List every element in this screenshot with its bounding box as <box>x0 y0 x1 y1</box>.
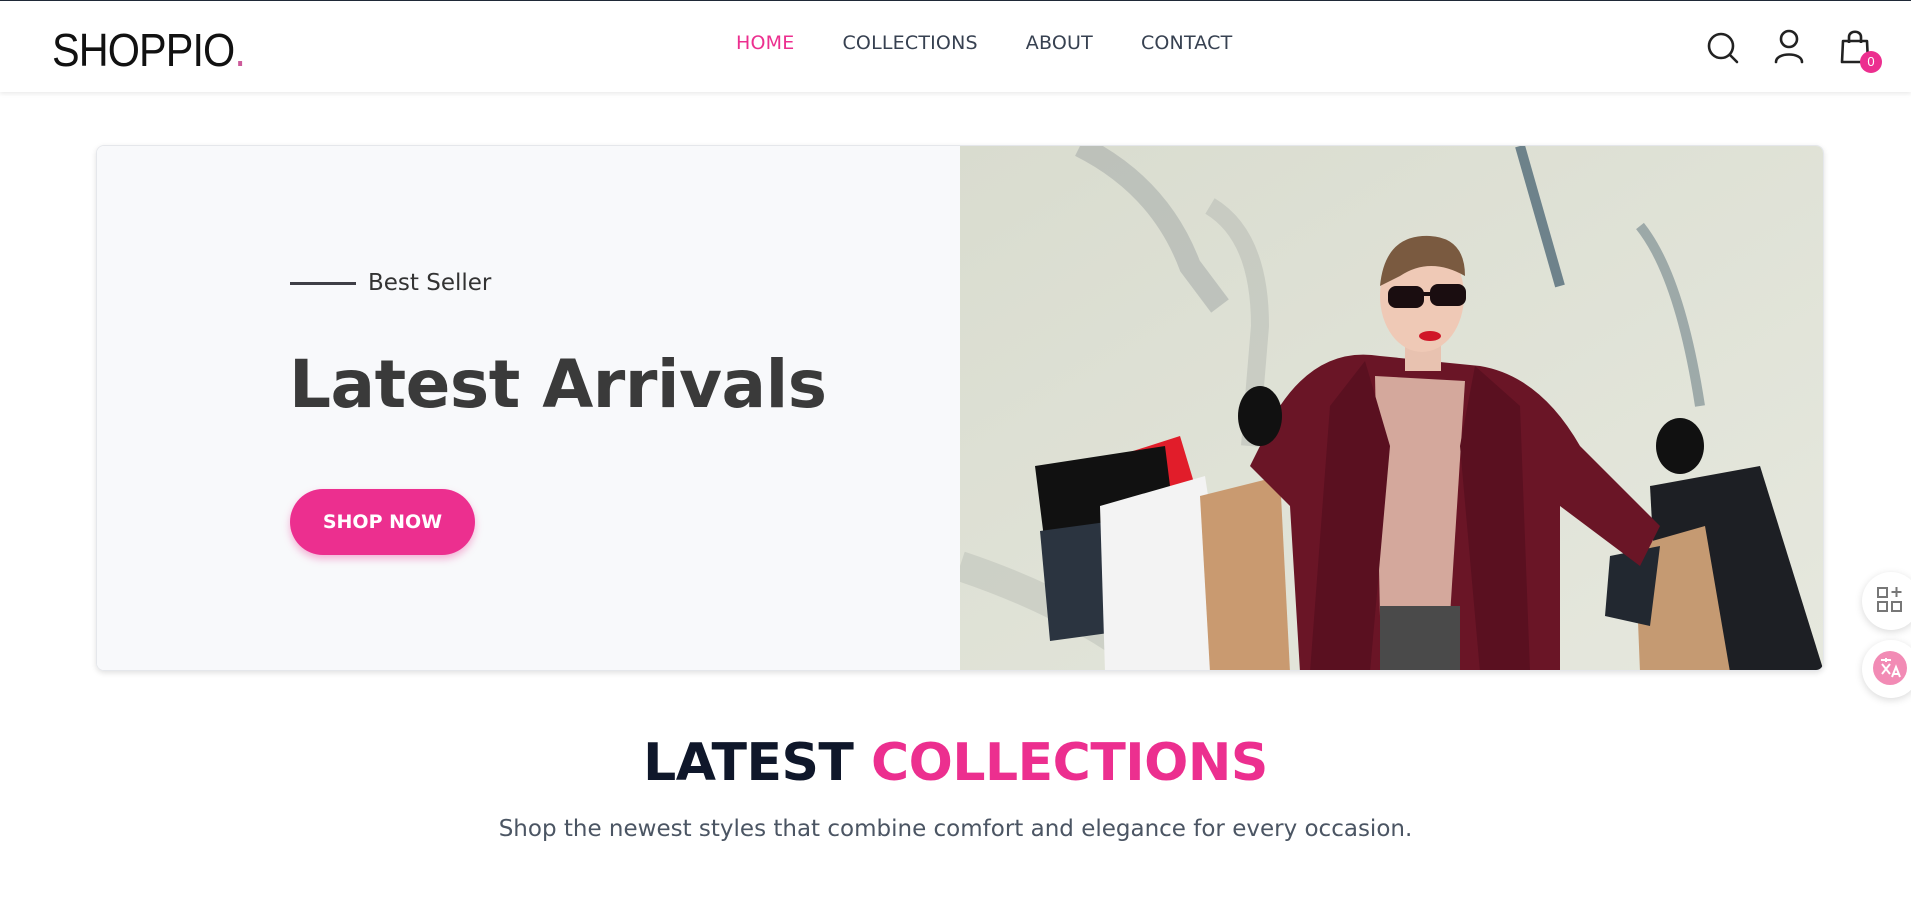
search-icon <box>1707 32 1739 64</box>
search-button[interactable] <box>1706 27 1740 67</box>
cart-button[interactable]: 0 <box>1838 27 1882 73</box>
main-nav: HOME COLLECTIONS ABOUT CONTACT <box>736 32 1232 54</box>
eyebrow-divider <box>290 281 356 285</box>
brand-name: SHOPPIO <box>52 24 235 76</box>
grid-apps-icon <box>1877 587 1902 612</box>
hero-banner: Best Seller Latest Arrivals SHOP NOW <box>96 145 1824 671</box>
translate-icon <box>1873 651 1907 685</box>
site-header: SHOPPIO. HOME COLLECTIONS ABOUT CONTACT … <box>0 0 1911 92</box>
nav-about[interactable]: ABOUT <box>1026 32 1093 54</box>
collections-title: LATEST COLLECTIONS <box>0 733 1911 793</box>
collections-title-part1: LATEST <box>643 733 854 793</box>
hero-image <box>960 146 1823 670</box>
nav-contact[interactable]: CONTACT <box>1141 32 1233 54</box>
nav-collections[interactable]: COLLECTIONS <box>842 32 977 54</box>
cart-count-badge: 0 <box>1860 51 1882 73</box>
translate-widget-button[interactable] <box>1862 640 1911 698</box>
eyebrow-label: Best Seller <box>368 270 492 296</box>
user-icon <box>1774 29 1804 64</box>
shop-now-button[interactable]: SHOP NOW <box>290 489 475 555</box>
nav-home[interactable]: HOME <box>736 32 794 54</box>
brand-dot: . <box>234 24 245 76</box>
brand-logo[interactable]: SHOPPIO. <box>52 23 246 77</box>
account-button[interactable] <box>1772 27 1806 67</box>
hero-photo-woman-shopping <box>960 146 1823 670</box>
hero-content: Best Seller Latest Arrivals SHOP NOW <box>97 146 960 670</box>
collections-subtitle: Shop the newest styles that combine comf… <box>498 816 1413 842</box>
apps-widget-button[interactable] <box>1862 572 1911 630</box>
hero-eyebrow: Best Seller <box>290 270 491 296</box>
header-actions: 0 <box>1706 27 1882 73</box>
hero-title: Latest Arrivals <box>289 346 827 423</box>
collections-title-part2: COLLECTIONS <box>871 733 1268 793</box>
